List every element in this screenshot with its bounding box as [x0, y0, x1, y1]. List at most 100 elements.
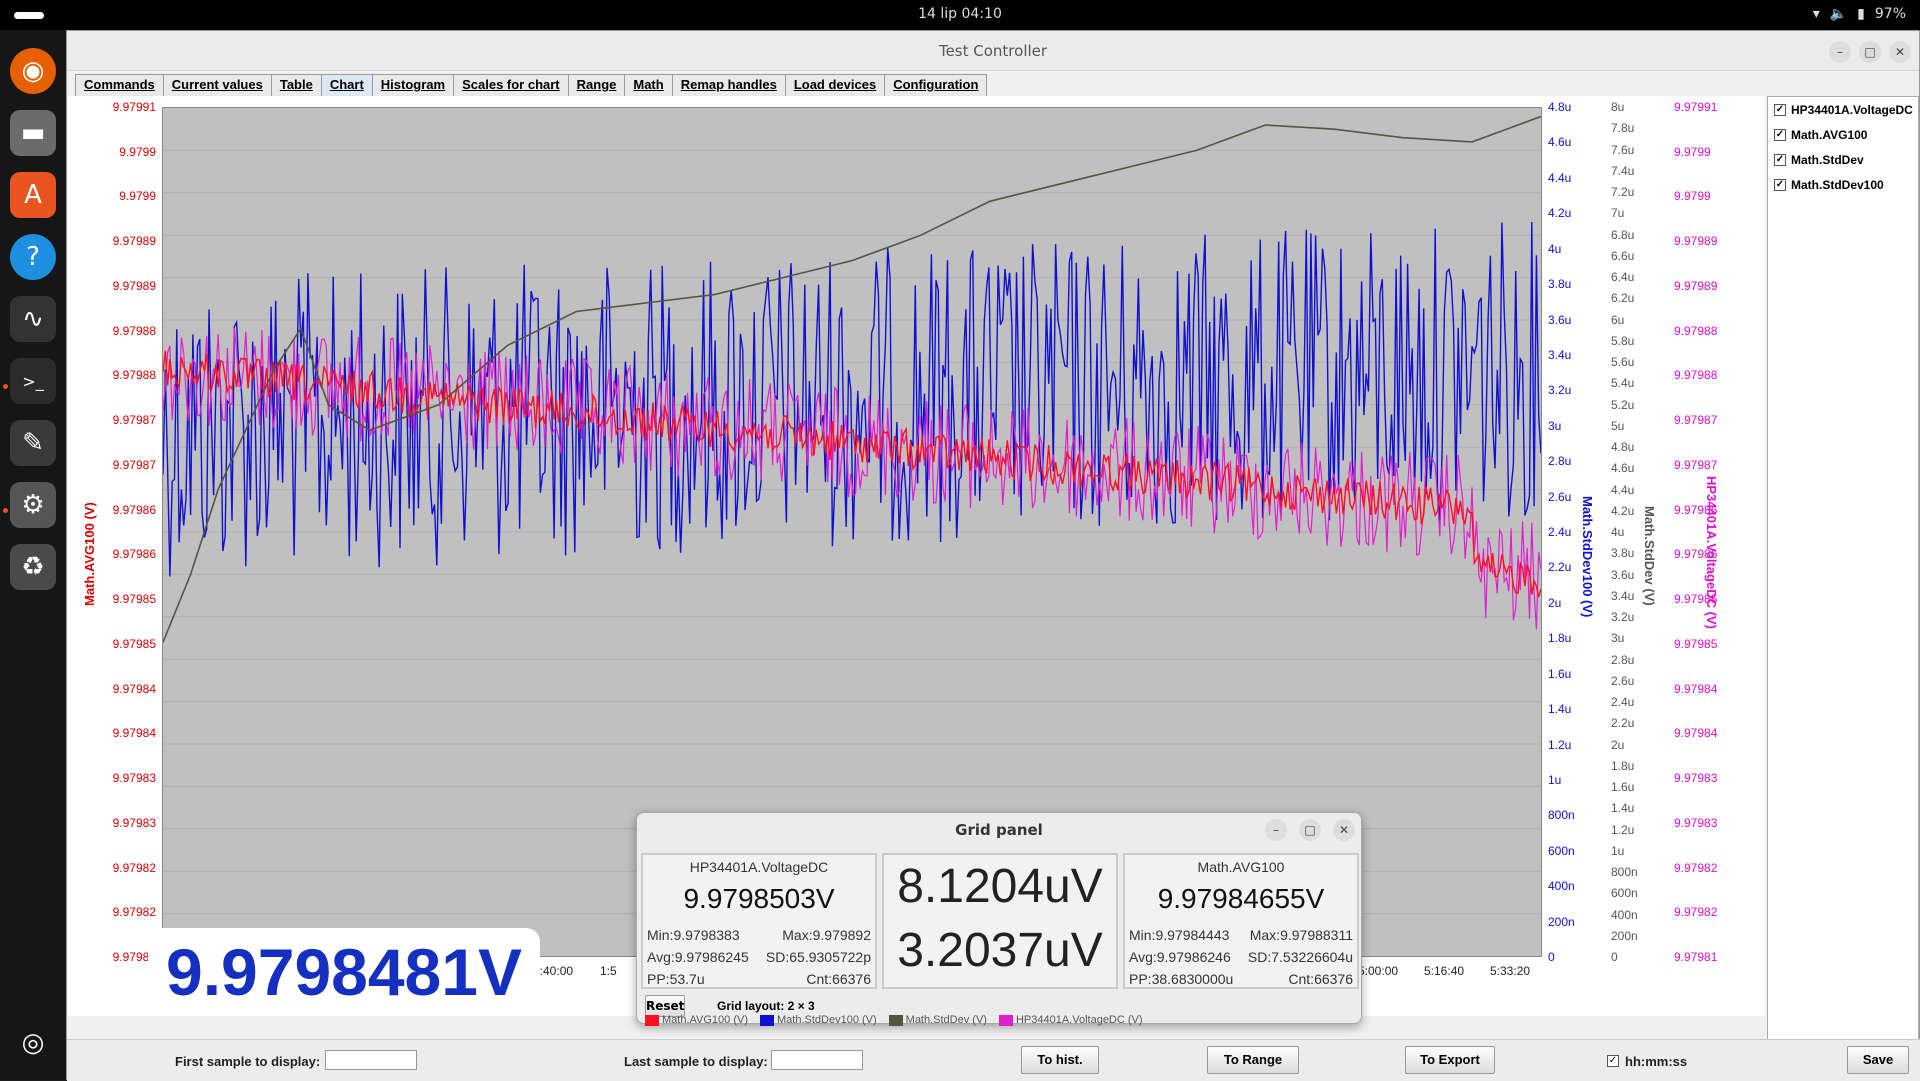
to-hist-button[interactable]: To hist. [1021, 1046, 1099, 1074]
axis-tick-label: 7.4u [1611, 163, 1635, 178]
files-icon[interactable]: ▬ [10, 110, 56, 156]
x-tick-label: 1:5 [600, 964, 617, 978]
axis-tick-label: 9.97982 [1674, 860, 1718, 875]
axis-tick-label: 3.8u [1611, 546, 1635, 561]
system-monitor-icon[interactable]: ∿ [10, 296, 56, 342]
x-tick-label: 5:33:20 [1490, 964, 1531, 978]
close-button[interactable]: ✕ [1333, 819, 1355, 841]
cell-name: HP34401A.VoltageDC [689, 859, 829, 875]
series-checkbox[interactable]: ✓ [1774, 153, 1786, 166]
minimize-button[interactable]: – [1265, 819, 1287, 841]
terminal-icon[interactable]: >_ [10, 358, 56, 404]
tab-scales-for-chart[interactable]: Scales for chart [453, 74, 569, 96]
axis-tick-label: 0 [1611, 950, 1618, 964]
maximize-button[interactable]: □ [1859, 41, 1881, 63]
axis-tick-label: 6.2u [1611, 291, 1635, 306]
firefox-icon[interactable]: ◉ [10, 48, 56, 94]
axis-tick-label: 5.6u [1611, 355, 1635, 369]
axis-tick-label: 9.97983 [112, 815, 156, 830]
axis-tick-label: 1.8u [1611, 758, 1635, 773]
tab-histogram[interactable]: Histogram [371, 74, 455, 96]
close-button[interactable]: ✕ [1889, 41, 1911, 63]
settings-gear-icon[interactable]: ⚙ [10, 482, 56, 528]
series-label: Math.AVG100 [1791, 127, 1868, 142]
axis-tick-label: 5.2u [1611, 397, 1635, 412]
axis-tick-label: 9.97988 [112, 368, 156, 383]
series-checkbox[interactable]: ✓ [1774, 128, 1786, 141]
axis-tick-label: 1.4u [1548, 702, 1572, 717]
tab-range[interactable]: Range [567, 74, 626, 96]
trash-icon[interactable]: ♻ [10, 544, 56, 590]
axis-tick-label: 9.97983 [112, 771, 156, 786]
hhmmss-label: hh:mm:ss [1625, 1054, 1688, 1069]
cell-pp: PP:38.6830000u [1129, 971, 1234, 987]
series-toggle[interactable]: ✓ Math.StdDev [1768, 147, 1918, 172]
tab-load-devices[interactable]: Load devices [784, 74, 886, 96]
tab-table[interactable]: Table [270, 74, 322, 96]
tab-commands[interactable]: Commands [75, 74, 164, 96]
hhmmss-checkbox[interactable]: ✓ [1607, 1055, 1619, 1067]
axis-tick-label: 4.2u [1611, 503, 1635, 518]
to-range-button[interactable]: To Range [1207, 1046, 1299, 1074]
axis-tick-label: 9.97985 [1674, 636, 1718, 651]
window-title: Test Controller [938, 42, 1048, 60]
axis-tick-label: 3u [1611, 631, 1625, 646]
axis-tick-label: 9.97991 [1674, 100, 1718, 114]
series-checkbox[interactable]: ✓ [1774, 103, 1786, 116]
axis-tick-label: 9.97987 [1674, 457, 1718, 472]
tab-current-values[interactable]: Current values [162, 74, 272, 96]
system-tray[interactable]: ▾ 🔈 ▮ 97% [1813, 6, 1906, 22]
first-sample-input[interactable] [325, 1050, 417, 1070]
bottom-toolbar: First sample to display: Last sample to … [67, 1039, 1920, 1081]
axis-tick-label: 9.97981 [112, 950, 156, 964]
first-sample-label: First sample to display: [175, 1054, 321, 1069]
axis-tick-label: 2.8u [1611, 652, 1635, 667]
cell-sd: SD:7.53226604u [1247, 949, 1353, 965]
axis-tick-label: 9.97984 [112, 726, 156, 741]
series-toggle[interactable]: ✓ Math.StdDev100 [1768, 172, 1918, 197]
cell-name: Math.AVG100 [1197, 859, 1285, 875]
axis-tick-label: 6.6u [1611, 248, 1635, 263]
clock[interactable]: 14 lip 04:10 [0, 6, 1920, 22]
save-button[interactable]: Save [1847, 1046, 1909, 1074]
right-axis-title-voltage: HP34401A.VoltageDC (V) [1704, 476, 1719, 629]
cell-value: 9.9798503V [683, 883, 835, 914]
minimize-button[interactable]: – [1829, 41, 1851, 63]
axis-tick-label: 1.4u [1611, 801, 1635, 816]
battery-icon: ▮ [1857, 6, 1865, 22]
axis-tick-label: 3u [1548, 418, 1562, 433]
cell-min: Min:9.9798383 [647, 927, 740, 943]
axis-tick-label: 9.9799 [1674, 144, 1711, 159]
cell-pp: PP:53.7u [647, 971, 705, 987]
axis-tick-label: 9.97983 [1674, 771, 1718, 786]
axis-tick-label: 1.6u [1611, 780, 1635, 794]
tab-remap-handles[interactable]: Remap handles [671, 74, 786, 96]
axis-tick-label: 400n [1611, 907, 1638, 922]
axis-tick-label: 5u [1611, 418, 1625, 433]
cell-cnt: Cnt:66376 [806, 971, 871, 987]
legend-item: Math.AVG100 (V) [645, 1015, 748, 1026]
axis-tick-label: 5.4u [1611, 376, 1635, 391]
show-apps-icon[interactable]: ◎ [10, 1020, 56, 1066]
app-center-icon[interactable]: A [10, 172, 56, 218]
axis-tick-label: 800n [1548, 808, 1575, 823]
tab-math[interactable]: Math [624, 74, 673, 96]
maximize-button[interactable]: □ [1299, 819, 1321, 841]
tab-chart[interactable]: Chart [320, 74, 373, 96]
axis-tick-label: 1.8u [1548, 631, 1572, 646]
series-toggle[interactable]: ✓ Math.AVG100 [1768, 122, 1918, 147]
axis-tick-label: 9.97982 [112, 860, 156, 875]
series-checkbox[interactable]: ✓ [1774, 178, 1786, 191]
series-toggle[interactable]: ✓ HP34401A.VoltageDC [1768, 97, 1918, 122]
last-sample-input[interactable] [771, 1050, 863, 1070]
axis-tick-label: 600n [1611, 886, 1638, 901]
axis-tick-label: 2.4u [1548, 525, 1572, 539]
axis-tick-label: 9.97984 [1674, 681, 1718, 696]
axis-tick-label: 6.8u [1611, 227, 1635, 242]
to-export-button[interactable]: To Export [1405, 1046, 1495, 1074]
paint-icon[interactable]: ✎ [10, 420, 56, 466]
wifi-icon: ▾ [1812, 6, 1820, 22]
axis-tick-label: 7.2u [1611, 185, 1635, 199]
tab-configuration[interactable]: Configuration [884, 74, 988, 96]
help-icon[interactable]: ? [10, 234, 56, 280]
